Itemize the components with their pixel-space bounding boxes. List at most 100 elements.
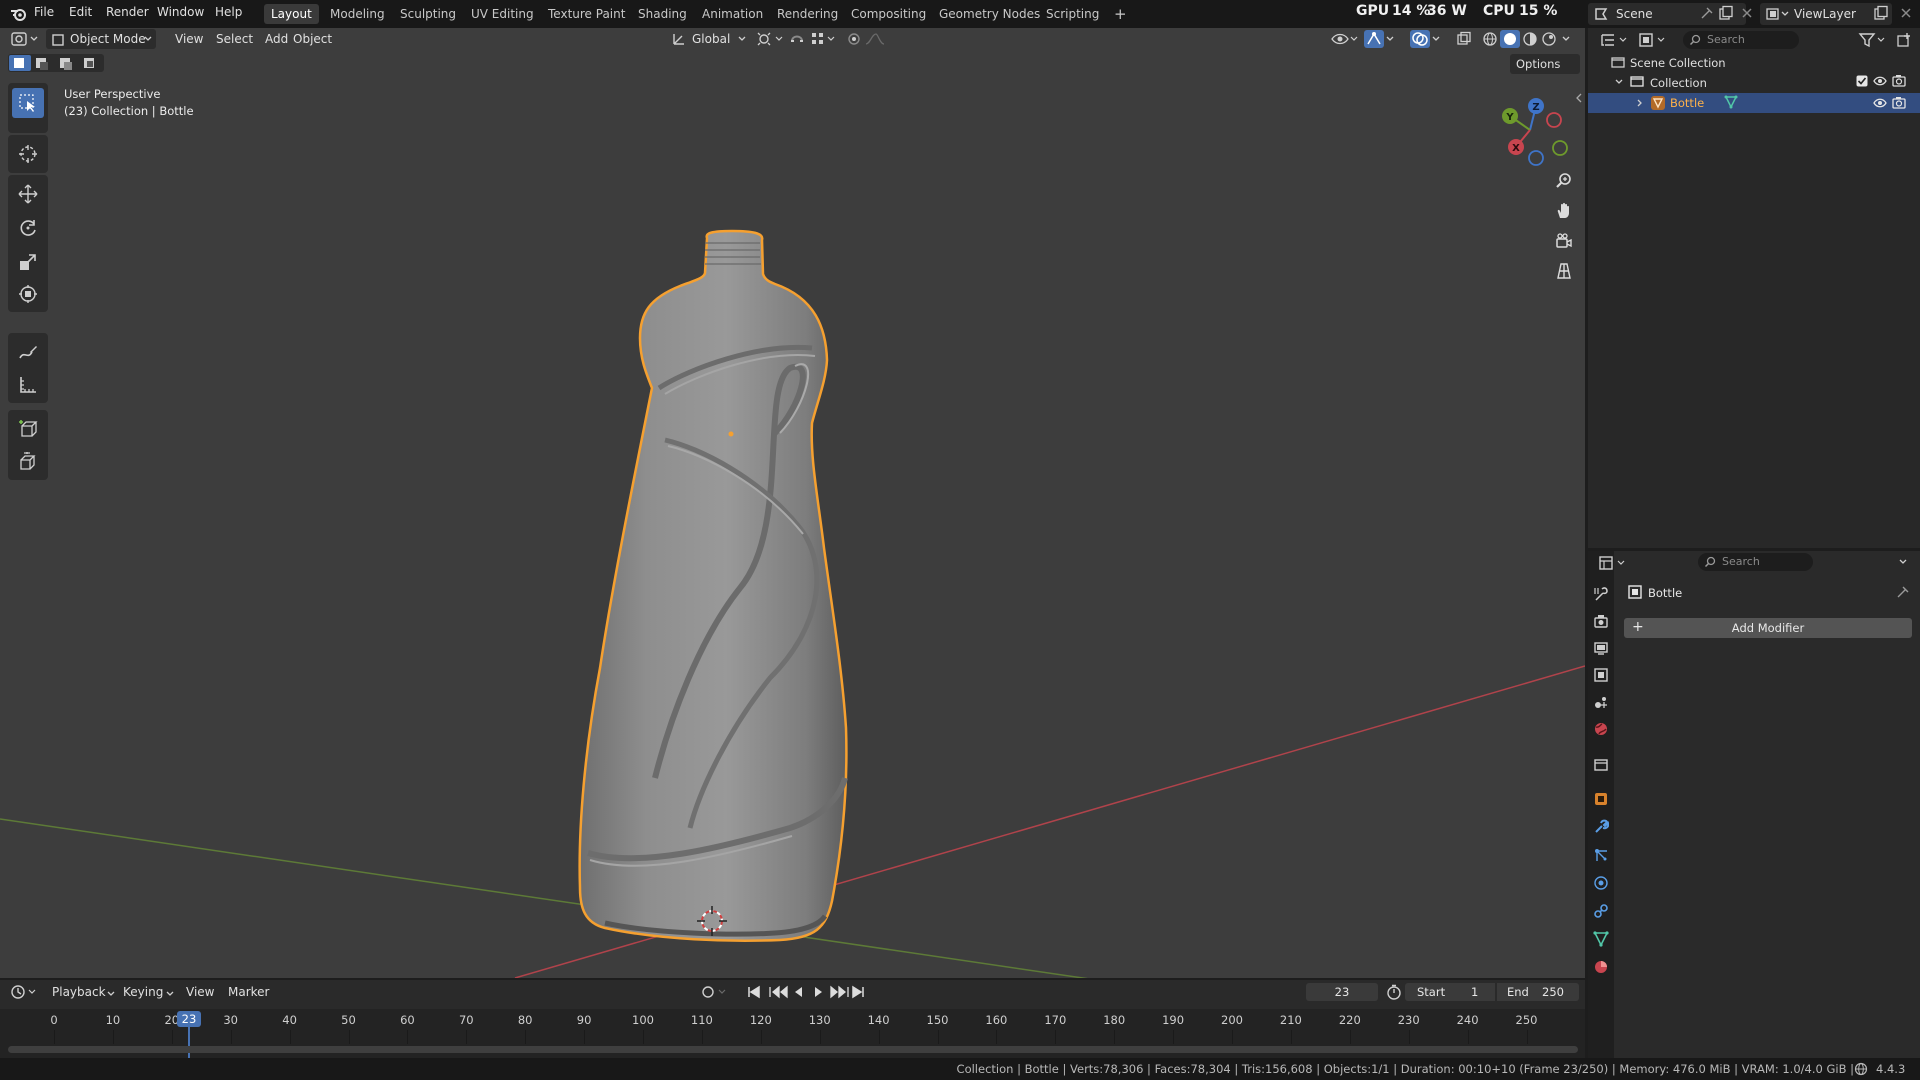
menu-object[interactable]: Object bbox=[287, 29, 338, 49]
zoom-icon[interactable] bbox=[1551, 168, 1577, 194]
tool-measure[interactable] bbox=[12, 370, 44, 400]
tool-select-box[interactable] bbox=[12, 88, 44, 118]
playback-controls[interactable] bbox=[746, 984, 866, 1000]
xray-toggle-icon[interactable] bbox=[1456, 31, 1472, 47]
tab-shading[interactable]: Shading bbox=[631, 4, 694, 24]
pivot-point-icon[interactable] bbox=[756, 31, 786, 47]
material-tab-icon[interactable] bbox=[1593, 959, 1609, 975]
delete-view-layer-icon[interactable] bbox=[1899, 6, 1913, 20]
tool-scale[interactable] bbox=[12, 247, 44, 277]
properties-editor-type-icon[interactable] bbox=[1598, 554, 1628, 572]
output-tab-icon[interactable] bbox=[1593, 640, 1609, 656]
menu-marker[interactable]: Marker bbox=[222, 982, 275, 1002]
timeline-scrollbar[interactable] bbox=[8, 1046, 1578, 1053]
camera-render-icon[interactable] bbox=[1892, 74, 1906, 87]
tool-tab-icon[interactable] bbox=[1593, 586, 1609, 602]
tab-scripting[interactable]: Scripting bbox=[1039, 4, 1106, 24]
new-view-layer-icon[interactable] bbox=[1873, 5, 1889, 21]
menu-select[interactable]: Select bbox=[210, 29, 259, 49]
perspective-grid-icon[interactable] bbox=[1551, 258, 1577, 284]
auto-keying-icon[interactable] bbox=[700, 984, 730, 1000]
tab-texture-paint[interactable]: Texture Paint bbox=[541, 4, 632, 24]
scene-collection-label[interactable]: Scene Collection bbox=[1630, 56, 1726, 70]
menu-help[interactable]: Help bbox=[215, 5, 242, 19]
navigation-gizmo[interactable]: Z Y X bbox=[1490, 90, 1570, 170]
menu-render[interactable]: Render bbox=[106, 5, 149, 19]
outliner-row-bottle[interactable]: Bottle bbox=[1588, 93, 1920, 113]
stopwatch-icon[interactable] bbox=[1386, 984, 1402, 1000]
transform-orientation-dropdown[interactable]: Global bbox=[686, 29, 736, 49]
eye-icon[interactable] bbox=[1873, 97, 1887, 109]
gizmo-toggle-button[interactable] bbox=[1364, 30, 1384, 48]
rendered-shading-icon[interactable] bbox=[1541, 31, 1557, 47]
particles-tab-icon[interactable] bbox=[1593, 847, 1609, 863]
data-tab-icon[interactable] bbox=[1593, 931, 1609, 947]
tool-transform[interactable] bbox=[12, 279, 44, 309]
editor-type-icon[interactable] bbox=[8, 29, 42, 49]
tool-add-cube[interactable] bbox=[12, 414, 44, 444]
solid-shading-button[interactable] bbox=[1500, 30, 1520, 48]
object-bottle-label[interactable]: Bottle bbox=[1670, 96, 1704, 110]
tab-compositing[interactable]: Compositing bbox=[844, 4, 933, 24]
chevron-down-icon[interactable] bbox=[1898, 557, 1908, 567]
end-frame-field[interactable]: End 250 bbox=[1497, 983, 1579, 1001]
world-tab-icon[interactable] bbox=[1593, 721, 1609, 737]
tool-annotate[interactable] bbox=[12, 337, 44, 367]
tool-cursor[interactable] bbox=[12, 139, 44, 169]
menu-edit[interactable]: Edit bbox=[69, 5, 92, 19]
camera-view-icon[interactable] bbox=[1551, 228, 1577, 254]
snap-target-icon[interactable] bbox=[810, 31, 840, 47]
tab-modeling[interactable]: Modeling bbox=[323, 4, 392, 24]
constraints-tab-icon[interactable] bbox=[1593, 903, 1609, 919]
chevron-down-icon[interactable] bbox=[1562, 35, 1570, 43]
new-scene-icon[interactable] bbox=[1718, 5, 1734, 21]
visibility-icon[interactable] bbox=[1330, 31, 1360, 47]
menu-window[interactable]: Window bbox=[157, 5, 204, 19]
pin-icon[interactable] bbox=[1700, 6, 1714, 20]
add-workspace-button[interactable]: + bbox=[1107, 4, 1134, 24]
options-dropdown[interactable]: Options bbox=[1510, 54, 1580, 74]
scene-tab-icon[interactable] bbox=[1593, 694, 1609, 710]
exclude-checkbox[interactable] bbox=[1856, 75, 1868, 87]
tool-extrude[interactable] bbox=[12, 447, 44, 477]
tab-animation[interactable]: Animation bbox=[695, 4, 770, 24]
tab-geometry-nodes[interactable]: Geometry Nodes bbox=[932, 4, 1047, 24]
physics-tab-icon[interactable] bbox=[1593, 875, 1609, 891]
menu-timeline-view[interactable]: View bbox=[180, 982, 220, 1002]
outliner-editor-type-icon[interactable] bbox=[1600, 31, 1630, 49]
render-tab-icon[interactable] bbox=[1593, 613, 1609, 629]
tool-rotate[interactable] bbox=[12, 213, 44, 243]
tool-move[interactable] bbox=[12, 179, 44, 209]
3d-viewport[interactable]: Object Mode View Select Add Object Globa… bbox=[0, 28, 1585, 978]
playhead-frame-indicator[interactable]: 23 bbox=[177, 1011, 201, 1027]
blender-logo-icon[interactable] bbox=[10, 5, 28, 23]
filter-icon[interactable] bbox=[1858, 31, 1888, 49]
chevron-down-icon[interactable] bbox=[1432, 35, 1440, 43]
start-frame-field[interactable]: Start 1 bbox=[1405, 983, 1495, 1001]
selection-mode-icons[interactable] bbox=[8, 54, 104, 72]
timeline-editor-type-icon[interactable] bbox=[10, 984, 40, 1000]
snap-icon[interactable] bbox=[789, 31, 805, 47]
camera-render-icon[interactable] bbox=[1892, 96, 1906, 109]
proportional-editing-icon[interactable] bbox=[846, 31, 886, 47]
sidebar-toggle-icon[interactable] bbox=[1575, 93, 1583, 103]
tab-sculpting[interactable]: Sculpting bbox=[393, 4, 463, 24]
delete-scene-icon[interactable] bbox=[1740, 6, 1754, 20]
menu-keying[interactable]: Keying bbox=[117, 982, 169, 1002]
collection-label[interactable]: Collection bbox=[1650, 76, 1707, 90]
overlays-toggle-button[interactable] bbox=[1410, 30, 1430, 48]
network-icon[interactable] bbox=[1854, 1062, 1868, 1076]
menu-view[interactable]: View bbox=[169, 29, 209, 49]
view-layer-tab-icon[interactable] bbox=[1593, 667, 1609, 683]
chevron-down-icon[interactable] bbox=[1386, 35, 1394, 43]
chevron-down-icon[interactable] bbox=[1614, 77, 1624, 87]
current-frame-field[interactable]: 23 bbox=[1306, 983, 1378, 1001]
wireframe-shading-icon[interactable] bbox=[1482, 31, 1498, 47]
chevron-right-icon[interactable] bbox=[1635, 98, 1645, 108]
add-modifier-button[interactable]: + Add Modifier bbox=[1624, 618, 1912, 638]
eye-icon[interactable] bbox=[1873, 75, 1887, 87]
modifier-tab-icon[interactable] bbox=[1593, 819, 1609, 835]
object-tab-icon[interactable] bbox=[1593, 791, 1609, 807]
pin-icon[interactable] bbox=[1896, 585, 1910, 599]
tab-rendering[interactable]: Rendering bbox=[770, 4, 845, 24]
